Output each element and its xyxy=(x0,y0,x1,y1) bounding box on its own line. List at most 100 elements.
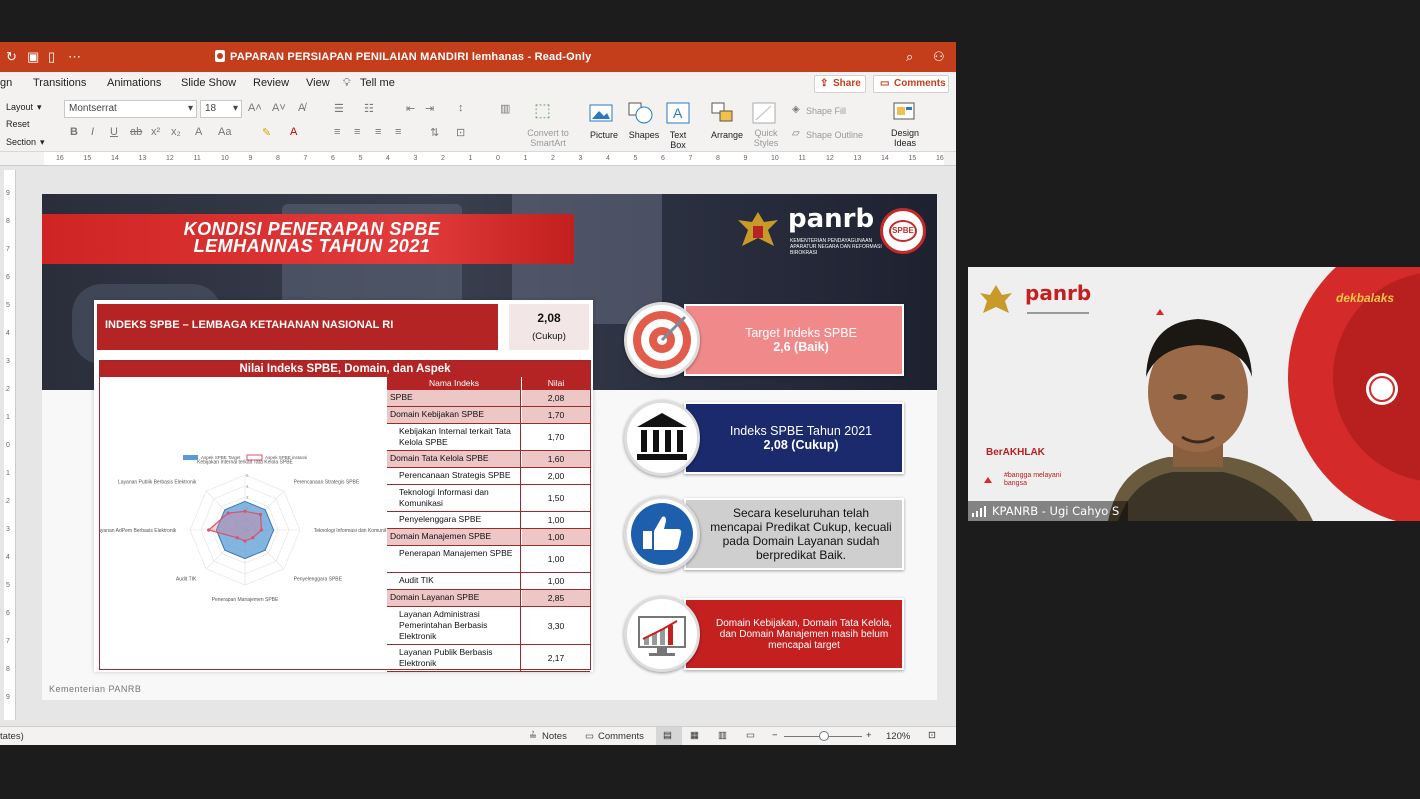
quick-styles-label[interactable]: Quick Styles xyxy=(746,128,786,148)
share-button[interactable]: ⇪ Share xyxy=(814,75,866,93)
shapes-label[interactable]: Shapes xyxy=(626,130,662,140)
ruler-tick: 1 xyxy=(6,470,10,477)
align-right-icon[interactable]: ≡ xyxy=(375,126,381,138)
convert-smartart-label[interactable]: Convert to SmartArt xyxy=(524,128,572,148)
zoom-slider-thumb[interactable] xyxy=(819,731,829,741)
line-spacing-icon[interactable]: ↕ xyxy=(458,102,464,114)
decrease-indent-icon[interactable]: ⇤ xyxy=(406,102,415,115)
bold-icon[interactable]: B xyxy=(70,126,78,138)
horizontal-ruler[interactable]: 16 15 14 13 12 11 10 9 8 7 6 5 4 3 2 1 0 1 2 3 4 5 6 7 8 9 10 11 12 1… xyxy=(0,152,956,166)
subscript-icon[interactable]: x₂ xyxy=(171,126,181,138)
row-name: Audit TIK xyxy=(387,573,521,589)
shape-outline-button[interactable]: Shape Outline xyxy=(806,130,863,140)
slideshow-icon[interactable]: ▭ xyxy=(746,730,755,741)
menu-view[interactable]: View xyxy=(306,77,330,89)
row-value: 1,50 xyxy=(547,493,565,503)
ruler-tick: 13 xyxy=(853,155,862,162)
fit-slide-icon[interactable]: ⊡ xyxy=(928,730,936,741)
design-ideas-icon[interactable] xyxy=(893,100,917,124)
target-line-1: Target Indeks SPBE xyxy=(745,326,857,340)
arrange-label[interactable]: Arrange xyxy=(705,130,749,140)
align-text-icon[interactable]: ⊡ xyxy=(456,126,465,139)
quick-styles-icon[interactable] xyxy=(752,102,776,124)
ruler-tick: 5 xyxy=(633,155,638,162)
font-name-select[interactable]: Montserrat ▾ xyxy=(64,100,197,118)
radar-point-actual xyxy=(258,512,263,517)
shape-fill-button[interactable]: Shape Fill xyxy=(806,106,846,116)
menu-tell-me[interactable]: Tell me xyxy=(360,77,395,89)
slide[interactable]: KONDISI PENERAPAN SPBE LEMHANNAS TAHUN 2… xyxy=(42,194,937,700)
smartart-icon[interactable]: ⬚ xyxy=(534,100,551,121)
align-center-icon[interactable]: ≡ xyxy=(354,126,360,138)
status-text: tates) xyxy=(0,731,24,742)
slide-sorter-icon[interactable]: ▦ xyxy=(690,730,699,741)
numbering-icon[interactable]: ☷ xyxy=(364,102,374,115)
columns-icon[interactable]: ▥ xyxy=(500,102,510,115)
align-left-icon[interactable]: ≡ xyxy=(334,126,340,138)
refresh-icon[interactable]: ↻ xyxy=(6,49,17,65)
justify-icon[interactable]: ≡ xyxy=(395,126,401,138)
share-icon: ⇪ xyxy=(820,78,829,89)
textbox-label[interactable]: Text Box xyxy=(660,130,696,150)
menu-review[interactable]: Review xyxy=(253,77,289,89)
search-icon[interactable]: ⌕ xyxy=(906,49,913,65)
share-person-icon[interactable]: ⚇ xyxy=(933,49,945,65)
text-effects-icon[interactable]: A xyxy=(195,126,202,138)
ruler-tick: 14 xyxy=(881,155,889,162)
comments-label: Comments xyxy=(894,78,946,89)
design-ideas-label[interactable]: Design Ideas xyxy=(884,128,926,148)
zoom-in-icon[interactable]: + xyxy=(866,730,872,741)
comments-button[interactable]: ▭ Comments xyxy=(873,75,949,93)
bullets-icon[interactable]: ☰ xyxy=(334,102,344,115)
menu-design[interactable]: gn xyxy=(0,77,12,89)
chevron-down-icon: ▾ xyxy=(232,103,238,114)
index-score-box: 2,08 (Cukup) xyxy=(509,304,589,350)
zoom-level[interactable]: 120% xyxy=(886,731,910,742)
increase-indent-icon[interactable]: ⇥ xyxy=(425,102,434,115)
index-year-line-1: Indeks SPBE Tahun 2021 xyxy=(729,424,873,438)
picture-icon[interactable] xyxy=(589,104,613,122)
more-icon[interactable]: ⋯ xyxy=(68,49,81,65)
radar-axis-label: Penerapan Manajemen SPBE xyxy=(212,597,279,603)
shrink-font-icon[interactable]: A˅ xyxy=(272,102,286,114)
text-direction-icon[interactable]: ⇅ xyxy=(430,126,439,139)
ruler-tick: 3 xyxy=(6,526,10,533)
shapes-icon[interactable] xyxy=(628,102,654,124)
picture-label[interactable]: Picture xyxy=(586,130,622,140)
clear-format-icon[interactable]: A̸ xyxy=(298,102,305,114)
reset-button[interactable]: Reset xyxy=(6,119,30,129)
row-name: Domain Tata Kelola SPBE xyxy=(387,451,521,467)
italic-icon[interactable]: I xyxy=(91,126,94,138)
ruler-tick: 6 xyxy=(6,610,10,617)
ruler-tick: 10 xyxy=(771,155,779,162)
chevron-down-icon: ▾ xyxy=(40,137,45,147)
menu-slide-show[interactable]: Slide Show xyxy=(181,77,236,89)
spbe-seal-icon: SPBE xyxy=(880,208,926,254)
video-tile[interactable]: panrb dekbalaks BerAKHLAK #bangga melaya… xyxy=(968,267,1420,521)
grow-font-icon[interactable]: A˄ xyxy=(248,102,262,114)
status-comments-button[interactable]: Comments xyxy=(598,731,644,742)
arrange-icon[interactable] xyxy=(711,102,735,124)
layout-button[interactable]: Layout xyxy=(6,102,33,112)
textbox-icon[interactable]: A xyxy=(666,102,690,124)
row-name: Kebijakan Internal terkait Tata Kelola S… xyxy=(387,424,521,450)
highlight-icon[interactable]: ✎ xyxy=(262,126,271,139)
underline-icon[interactable]: U xyxy=(110,126,118,138)
menu-animations[interactable]: Animations xyxy=(107,77,161,89)
ruler-tick: 1 xyxy=(523,155,528,162)
strikethrough-icon[interactable]: ab xyxy=(130,126,142,138)
font-color-icon[interactable]: A xyxy=(290,126,297,138)
menu-transitions[interactable]: Transitions xyxy=(33,77,86,89)
section-button[interactable]: Section xyxy=(6,137,36,147)
zoom-out-icon[interactable]: − xyxy=(772,730,778,741)
superscript-icon[interactable]: x² xyxy=(151,126,160,138)
font-size-select[interactable]: 18 ▾ xyxy=(200,100,242,118)
notes-button[interactable]: Notes xyxy=(542,731,567,742)
document-icon[interactable]: ▯ xyxy=(48,49,55,65)
title-bar: ↻ ▣ ▯ ⋯ PAPARAN PERSIAPAN PENILAIAN MAND… xyxy=(0,42,956,72)
save-icon[interactable]: ▣ xyxy=(27,49,39,65)
vertical-ruler[interactable]: 9 8 7 6 5 4 3 2 1 0 1 2 3 4 5 6 7 8 9 xyxy=(4,170,16,720)
reading-view-icon[interactable]: ▥ xyxy=(718,730,727,741)
change-case-icon[interactable]: Aa xyxy=(218,126,231,138)
chevron-down-icon[interactable]: ⌄ xyxy=(568,51,576,62)
